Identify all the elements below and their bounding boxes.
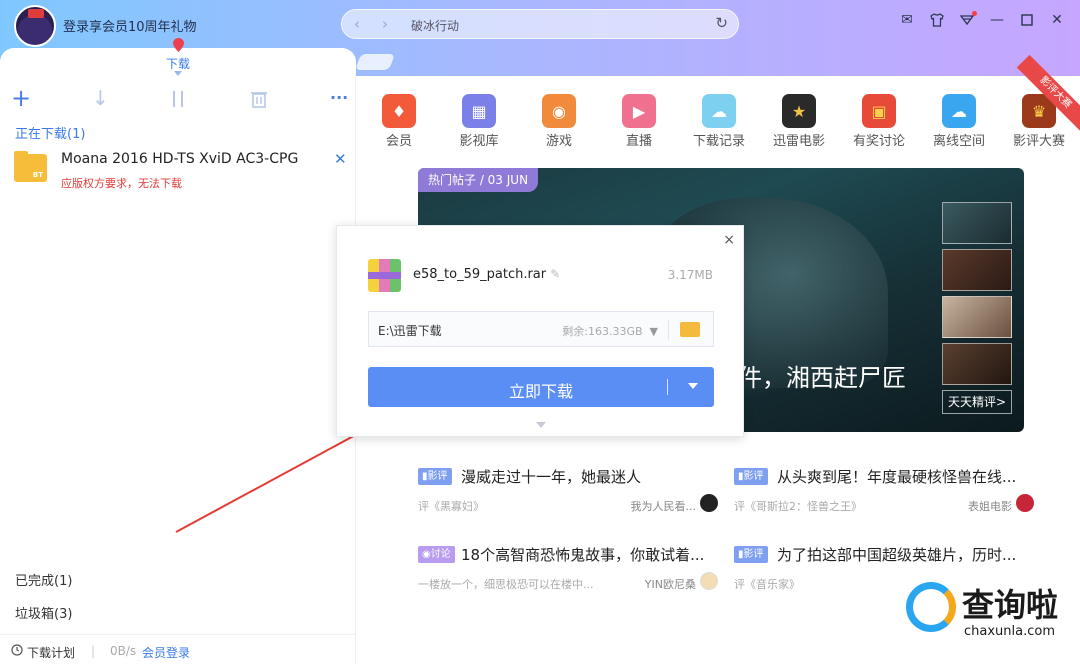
expand-options-icon[interactable] [536,422,546,428]
file-size: 3.17MB [667,268,713,282]
download-filename[interactable]: e58_to_59_patch.rar ✎ [413,267,560,282]
save-path-field[interactable]: E:\迅雷下载 剩余:163.33GB ▼ [368,311,714,347]
download-options-dropdown-icon[interactable] [688,383,698,389]
dialog-close-icon[interactable]: × [723,232,735,248]
download-now-button[interactable]: 立即下载 [368,367,714,407]
browse-folder-icon[interactable] [680,322,700,337]
rar-file-icon [368,259,401,292]
free-space: 剩余:163.33GB ▼ [562,325,658,338]
new-download-dialog: × e58_to_59_patch.rar ✎ 3.17MB E:\迅雷下载 剩… [336,225,744,437]
edit-icon: ✎ [550,267,561,281]
path-dropdown-icon: ▼ [649,325,658,338]
save-path-text[interactable]: E:\迅雷下载 [378,322,442,339]
